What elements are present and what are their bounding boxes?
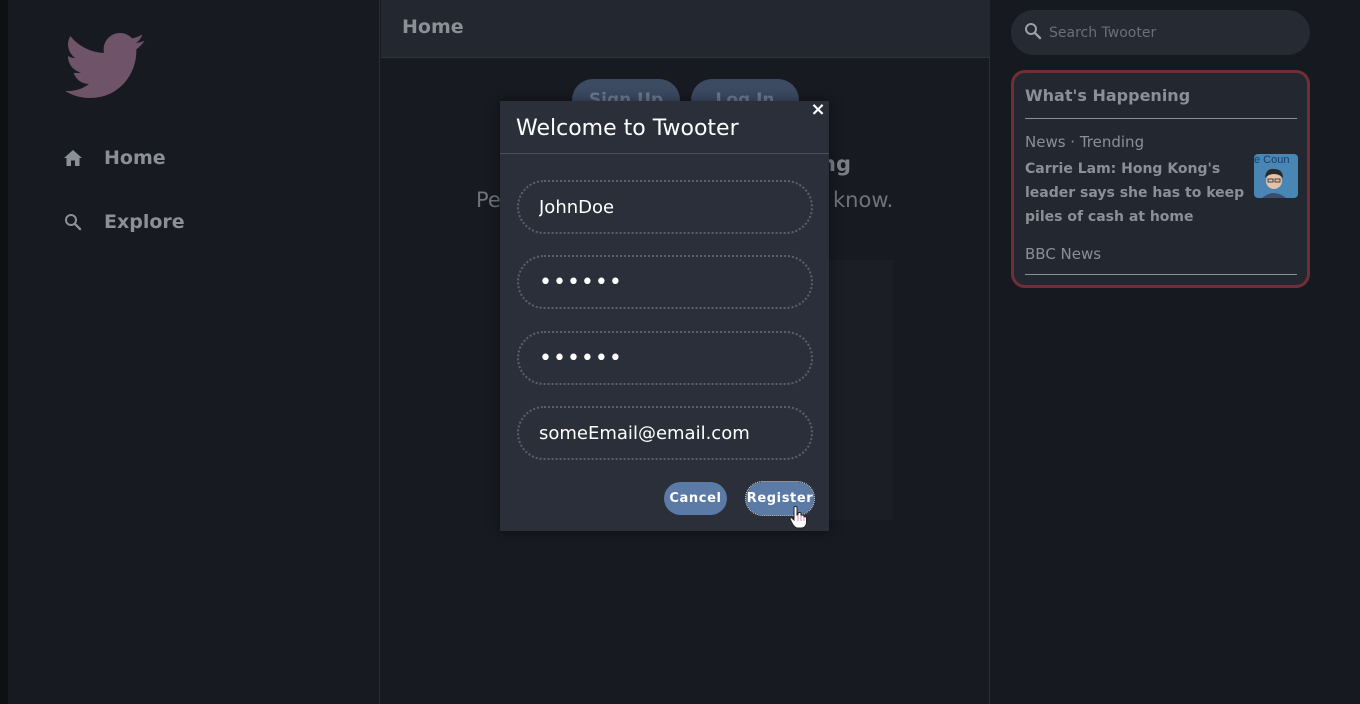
sidebar-item-explore[interactable]: Explore (62, 207, 185, 237)
twitter-bird-icon[interactable] (64, 32, 146, 100)
divider (1025, 274, 1297, 275)
close-icon[interactable]: × (810, 101, 826, 119)
search-icon (62, 211, 84, 233)
divider (1025, 118, 1297, 119)
sidebar: Home Explore (8, 0, 380, 704)
search-input[interactable] (1049, 24, 1289, 41)
sidebar-item-label: Home (104, 147, 166, 169)
person-icon (1262, 168, 1286, 198)
confirm-password-field[interactable] (517, 331, 813, 385)
sidebar-item-label: Explore (104, 211, 185, 233)
sidebar-item-home[interactable]: Home (62, 143, 166, 173)
trend-headline[interactable]: Carrie Lam: Hong Kong's leader says she … (1025, 157, 1245, 229)
main-header: Home (381, 0, 990, 58)
register-button[interactable]: Register (745, 481, 815, 516)
window-left-edge (0, 0, 8, 704)
trend-meta: News · Trending (1025, 133, 1145, 151)
search-icon (1023, 21, 1043, 45)
password-field[interactable] (517, 255, 813, 309)
cancel-button[interactable]: Cancel (664, 482, 727, 515)
modal-title: Welcome to Twooter (516, 116, 739, 141)
whats-happening-panel: What's Happening News · Trending Carrie … (1011, 70, 1310, 288)
welcome-subtext: know. (833, 188, 894, 212)
background-panel (829, 260, 893, 520)
trend-thumbnail[interactable]: e Coun (1254, 154, 1298, 198)
username-field[interactable] (517, 180, 813, 234)
register-modal: × Welcome to Twooter Cancel Register (500, 101, 829, 531)
page-title: Home (402, 16, 464, 38)
email-field[interactable] (517, 406, 813, 460)
panel-title: What's Happening (1025, 86, 1191, 105)
home-icon (62, 147, 84, 169)
divider (500, 153, 829, 154)
search-bar[interactable] (1011, 10, 1310, 55)
trend-source: BBC News (1025, 245, 1102, 263)
welcome-subtext: Pe (476, 188, 501, 212)
